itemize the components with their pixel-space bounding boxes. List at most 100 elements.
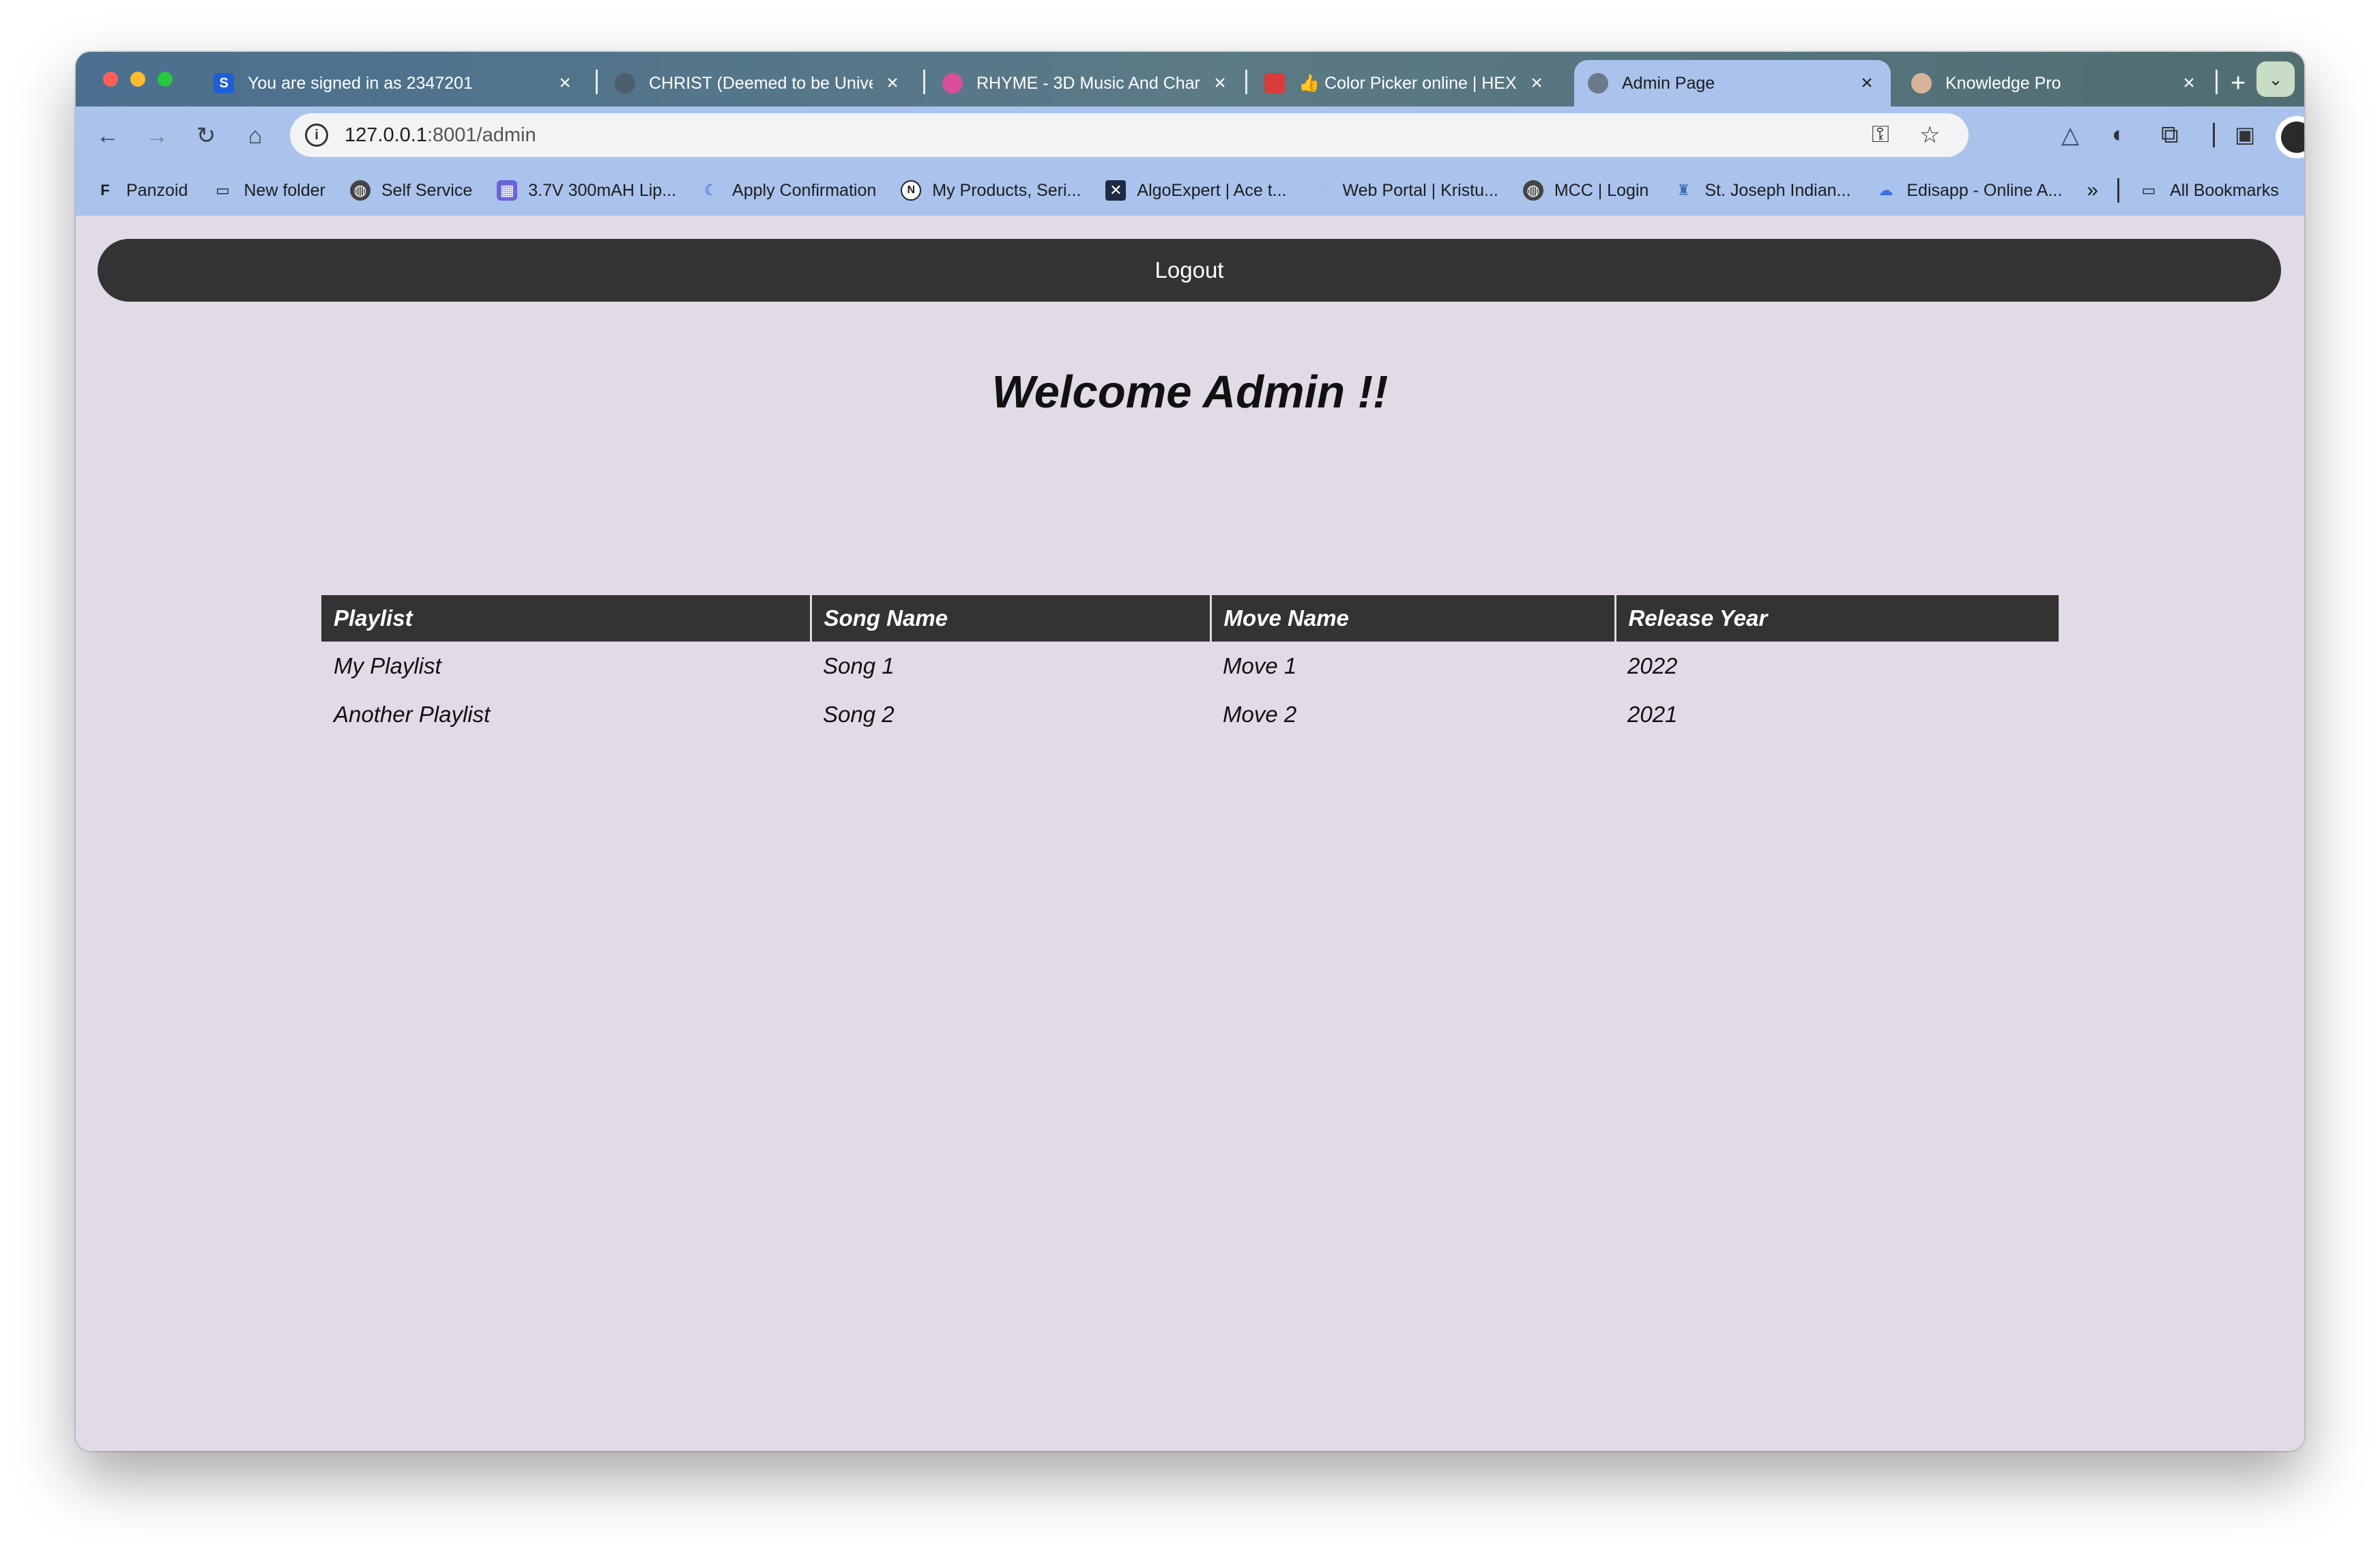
side-panel-icon[interactable]: ▣ — [2235, 121, 2255, 147]
avatar-image-icon — [2281, 121, 2304, 153]
all-bookmarks-button[interactable]: ▭ All Bookmarks — [2138, 180, 2279, 201]
password-key-icon[interactable]: ⚿ — [1872, 121, 1889, 148]
cell-playlist: My Playlist — [334, 652, 441, 678]
close-tab-icon[interactable]: × — [2179, 72, 2199, 95]
bookmark-label: Self Service — [381, 180, 473, 200]
portal-icon: ◇ — [1316, 182, 1327, 199]
bookmark-label: 3.7V 300mAH Lip... — [528, 180, 677, 200]
bookmarks-divider — [2117, 178, 2119, 203]
bookmark-item[interactable]: ▭ New folder — [212, 180, 325, 201]
color-picker-favicon-icon — [1264, 73, 1285, 94]
school-icon: ♜ — [1677, 182, 1691, 199]
tab-title: RHYME - 3D Music And Char — [976, 73, 1200, 93]
bookmark-item[interactable]: ◍ MCC | Login — [1522, 180, 1649, 201]
tab-christ[interactable]: CHRIST (Deemed to be Unive × — [601, 60, 916, 106]
cell-song-name: Song 1 — [823, 652, 895, 678]
table-header-row: Playlist Song Name Move Name Release Yea… — [321, 595, 2059, 642]
bookmark-item[interactable]: N My Products, Seri... — [901, 180, 1081, 201]
k-icon: ☾ — [704, 182, 718, 199]
n-icon: N — [901, 180, 922, 201]
tab-strip: S You are signed in as 2347201 × CHRIST … — [76, 52, 2304, 106]
tab-search-button[interactable]: ⌄ — [2256, 61, 2295, 97]
bookmark-star-icon[interactable]: ☆ — [1919, 121, 1940, 149]
christ-favicon-icon — [615, 73, 635, 94]
double-chevron-icon: » — [2087, 179, 2098, 201]
bookmark-label: Panzoid — [126, 180, 188, 200]
tab-color-picker[interactable]: 👍 Color Picker online | HEX C × — [1251, 60, 1561, 106]
toolbar-divider — [2213, 123, 2215, 147]
browser-window: S You are signed in as 2347201 × CHRIST … — [76, 52, 2304, 1451]
tab-title: Knowledge Pro — [1945, 73, 2061, 93]
bookmark-label: New folder — [244, 180, 325, 200]
bookmark-item[interactable]: ▦ 3.7V 300mAH Lip... — [497, 180, 676, 201]
table-row: My Playlist Song 1 Move 1 2022 — [321, 642, 2059, 690]
bookmark-item[interactable]: ◍ Self Service — [349, 180, 473, 201]
close-tab-icon[interactable]: × — [1210, 72, 1230, 95]
site-info-icon[interactable]: i — [305, 124, 328, 147]
close-tab-icon[interactable]: × — [1526, 72, 1547, 95]
bookmark-item[interactable]: ✕ AlgoExpert | Ace t... — [1105, 180, 1287, 201]
bookmarks-bar: F Panzoid ▭ New folder ◍ Self Service ▦ 3.7V… — [76, 165, 2304, 216]
bookmark-label: MCC | Login — [1554, 180, 1649, 200]
tab-title: CHRIST (Deemed to be Unive — [649, 73, 873, 93]
bookmark-label: St. Joseph Indian... — [1704, 180, 1851, 200]
page-content: Logout Welcome Admin !! Playlist Song Na… — [76, 216, 2304, 1451]
folder-icon: ▭ — [215, 182, 230, 199]
cell-release-year: 2021 — [1627, 701, 1678, 727]
bookmark-item[interactable]: ♜ St. Joseph Indian... — [1673, 180, 1851, 201]
algoexpert-icon: ✕ — [1105, 180, 1127, 201]
url-text: 127.0.0.1:8001/admin — [345, 124, 536, 147]
back-button[interactable]: ← — [92, 120, 124, 152]
cell-playlist: Another Playlist — [334, 701, 491, 727]
bookmark-item[interactable]: ☁ Edisapp - Online A... — [1875, 180, 2062, 201]
playlist-table: Playlist Song Name Move Name Release Yea… — [321, 595, 2059, 738]
extension-circle-icon[interactable]: ◐ — [2112, 121, 2126, 148]
reload-button[interactable]: ↻ — [190, 120, 222, 152]
bookmark-item[interactable]: ☾ Apply Confirmation — [701, 180, 876, 201]
panzoid-icon: F — [100, 182, 110, 199]
globe-icon: ◍ — [1522, 180, 1543, 201]
tab-divider — [1245, 70, 1247, 94]
cube-icon: ▦ — [497, 180, 518, 201]
table-row: Another Playlist Song 2 Move 2 2021 — [321, 690, 2059, 738]
all-bookmarks-label: All Bookmarks — [2169, 180, 2279, 200]
cell-release-year: 2022 — [1627, 652, 1678, 678]
s-favicon-icon: S — [214, 73, 234, 94]
close-tab-icon[interactable]: × — [1857, 72, 1877, 95]
tab-rhyme[interactable]: RHYME - 3D Music And Char × — [929, 60, 1244, 106]
close-window-button[interactable] — [103, 72, 118, 87]
bookmark-label: AlgoExpert | Ace t... — [1137, 180, 1287, 200]
column-header-release-year: Release Year — [1614, 595, 2059, 642]
extension-drive-icon[interactable]: △ — [2061, 121, 2079, 149]
tab-title: You are signed in as 2347201 — [248, 73, 473, 93]
minimize-window-button[interactable] — [130, 72, 145, 87]
globe-favicon-icon — [1588, 73, 1608, 94]
bookmark-item[interactable]: ◇ Web Portal | Kristu... — [1311, 180, 1498, 201]
rhyme-favicon-icon — [942, 73, 963, 94]
column-header-song-name: Song Name — [809, 595, 1210, 642]
globe-icon: ◍ — [349, 180, 371, 201]
knowledge-pro-favicon-icon — [1911, 73, 1932, 94]
url-path: :8001/admin — [426, 124, 536, 146]
bookmark-label: Edisapp - Online A... — [1906, 180, 2063, 200]
bookmark-item[interactable]: F Panzoid — [95, 180, 188, 201]
logout-button[interactable]: Logout — [98, 239, 2281, 302]
bookmark-label: Apply Confirmation — [732, 180, 877, 200]
folder-icon: ▭ — [2141, 182, 2156, 199]
cell-move-name: Move 1 — [1223, 652, 1297, 678]
close-tab-icon[interactable]: × — [882, 72, 903, 95]
tab-admin-page[interactable]: Admin Page × — [1574, 60, 1891, 106]
close-tab-icon[interactable]: × — [555, 72, 575, 95]
page-title: Welcome Admin !! — [991, 367, 1389, 418]
tab-signed-in[interactable]: S You are signed in as 2347201 × — [200, 60, 589, 106]
forward-button[interactable]: → — [141, 120, 173, 152]
tab-divider — [596, 70, 598, 94]
extensions-puzzle-icon[interactable]: ⧉ — [2161, 120, 2179, 149]
address-bar[interactable]: i 127.0.0.1:8001/admin ⚿ ☆ — [290, 113, 1969, 157]
more-bookmarks-button[interactable]: » — [2087, 179, 2098, 202]
zoom-window-button[interactable] — [158, 72, 173, 87]
tab-title: 👍 Color Picker online | HEX C — [1298, 73, 1517, 93]
tab-divider — [923, 70, 925, 94]
tab-knowledge-pro[interactable]: Knowledge Pro × — [1898, 60, 2213, 106]
home-button[interactable]: ⌂ — [240, 120, 271, 152]
